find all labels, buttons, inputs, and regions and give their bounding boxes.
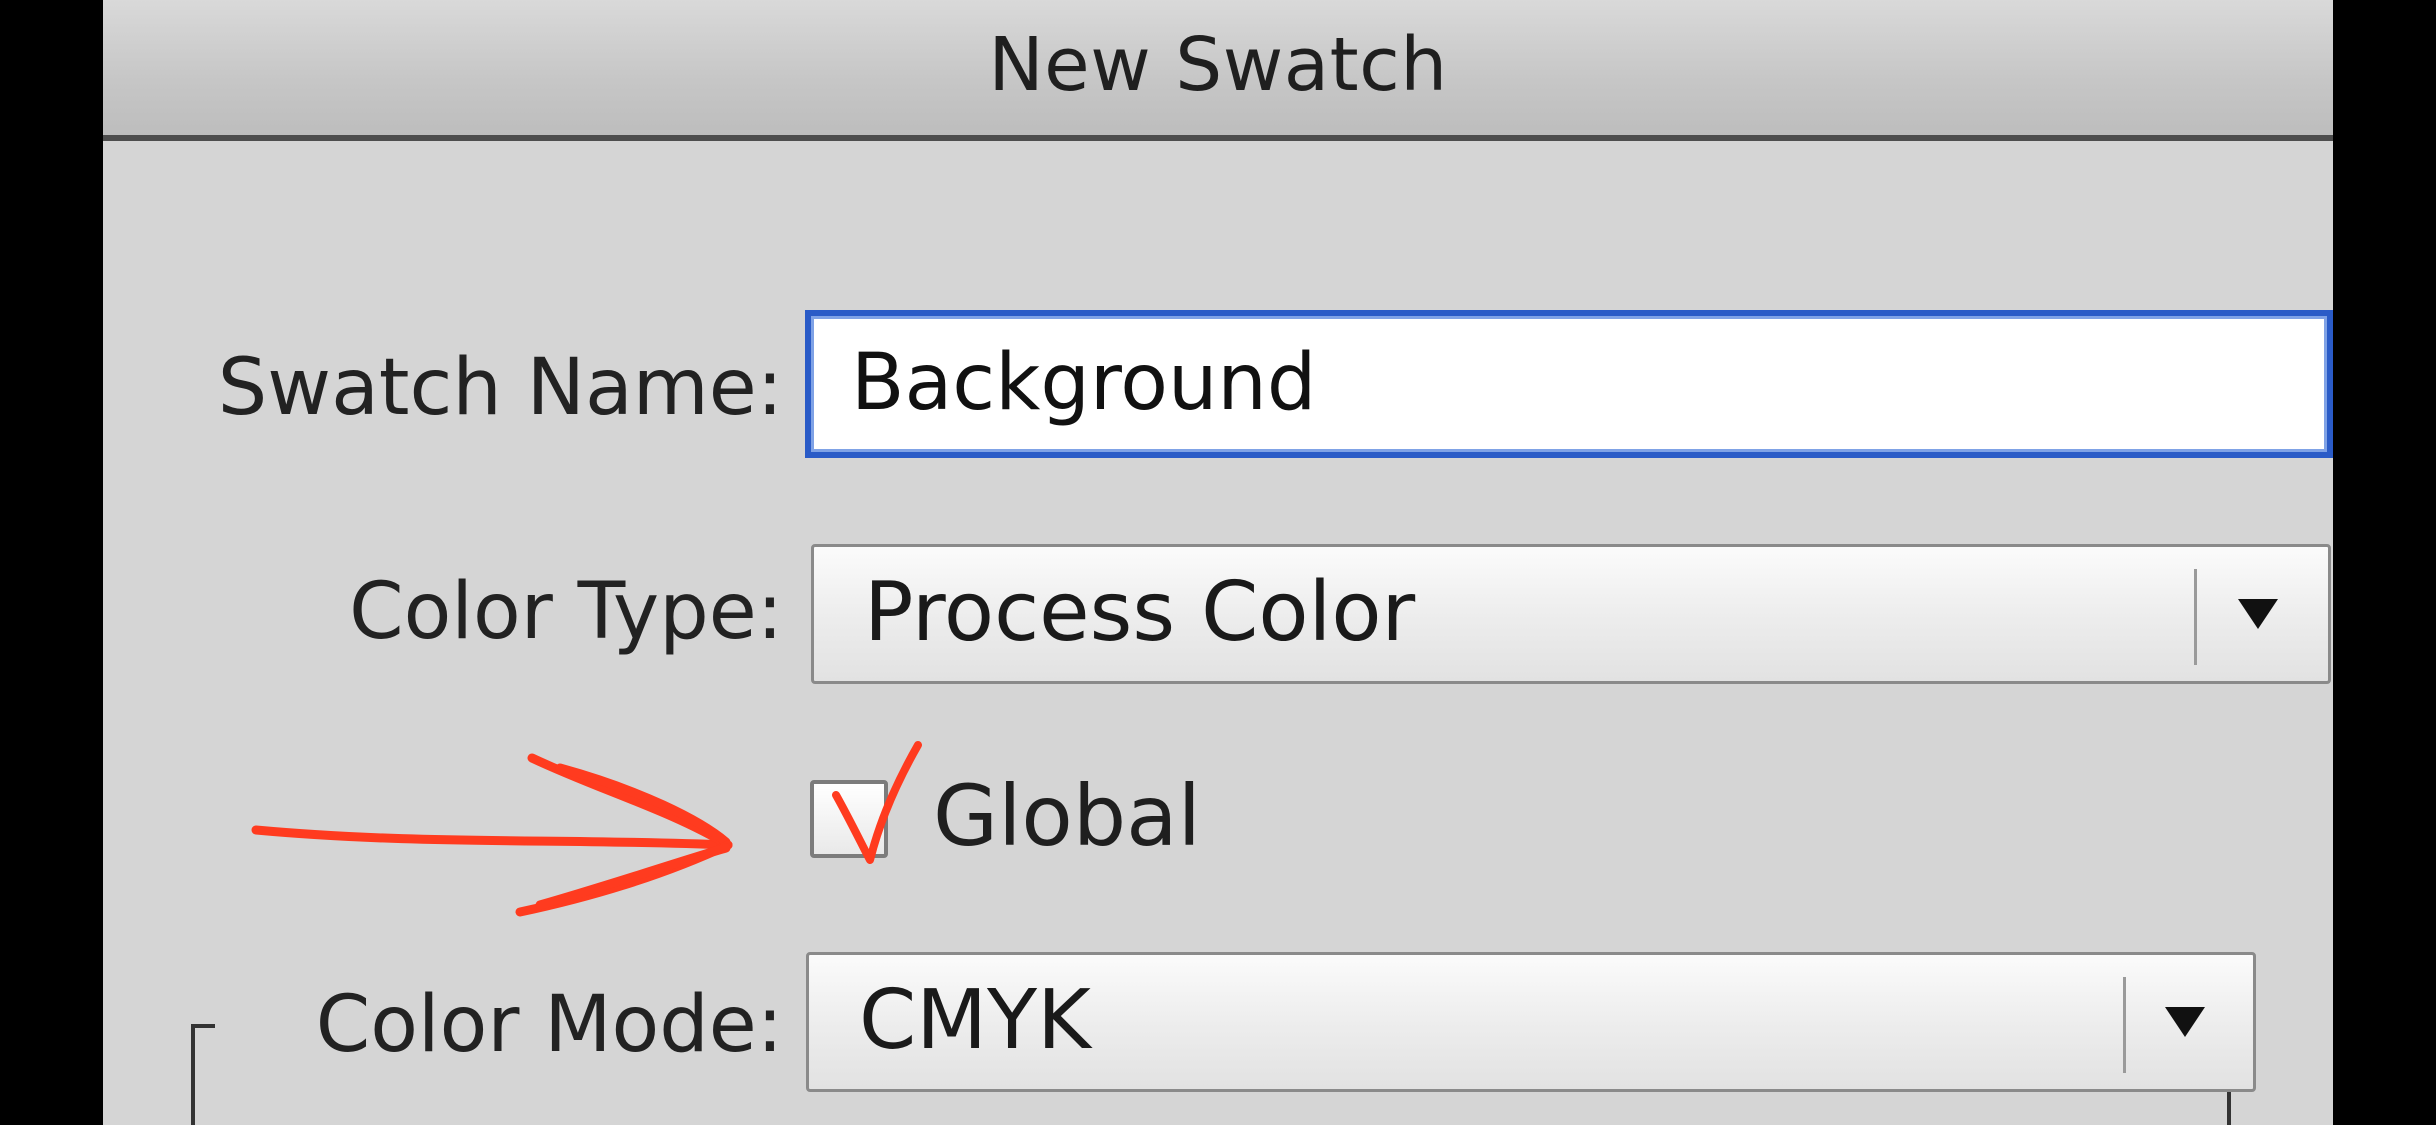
color-type-select[interactable]: Process Color — [811, 544, 2331, 684]
select-divider — [2123, 977, 2126, 1073]
dialog-title: New Swatch — [988, 22, 1448, 108]
color-mode-select[interactable]: CMYK — [806, 952, 2256, 1092]
dialog-titlebar: New Swatch — [103, 0, 2333, 141]
chevron-down-icon[interactable] — [2165, 1007, 2205, 1037]
color-mode-group-border-left — [191, 1024, 215, 1125]
color-mode-value: CMYK — [859, 973, 1091, 1068]
color-mode-label: Color Mode: — [223, 980, 783, 1070]
global-label[interactable]: Global — [933, 767, 1201, 865]
select-divider — [2194, 569, 2197, 665]
screen: New Swatch Swatch Name: Background Color… — [0, 0, 2436, 1125]
color-type-label: Color Type: — [349, 567, 783, 657]
color-type-value: Process Color — [864, 565, 1416, 660]
chevron-down-icon[interactable] — [2238, 599, 2278, 629]
global-checkbox[interactable] — [810, 780, 888, 858]
swatch-name-input[interactable]: Background — [805, 310, 2333, 458]
swatch-name-label: Swatch Name: — [217, 343, 783, 433]
new-swatch-dialog: New Swatch Swatch Name: Background Color… — [103, 0, 2333, 1125]
